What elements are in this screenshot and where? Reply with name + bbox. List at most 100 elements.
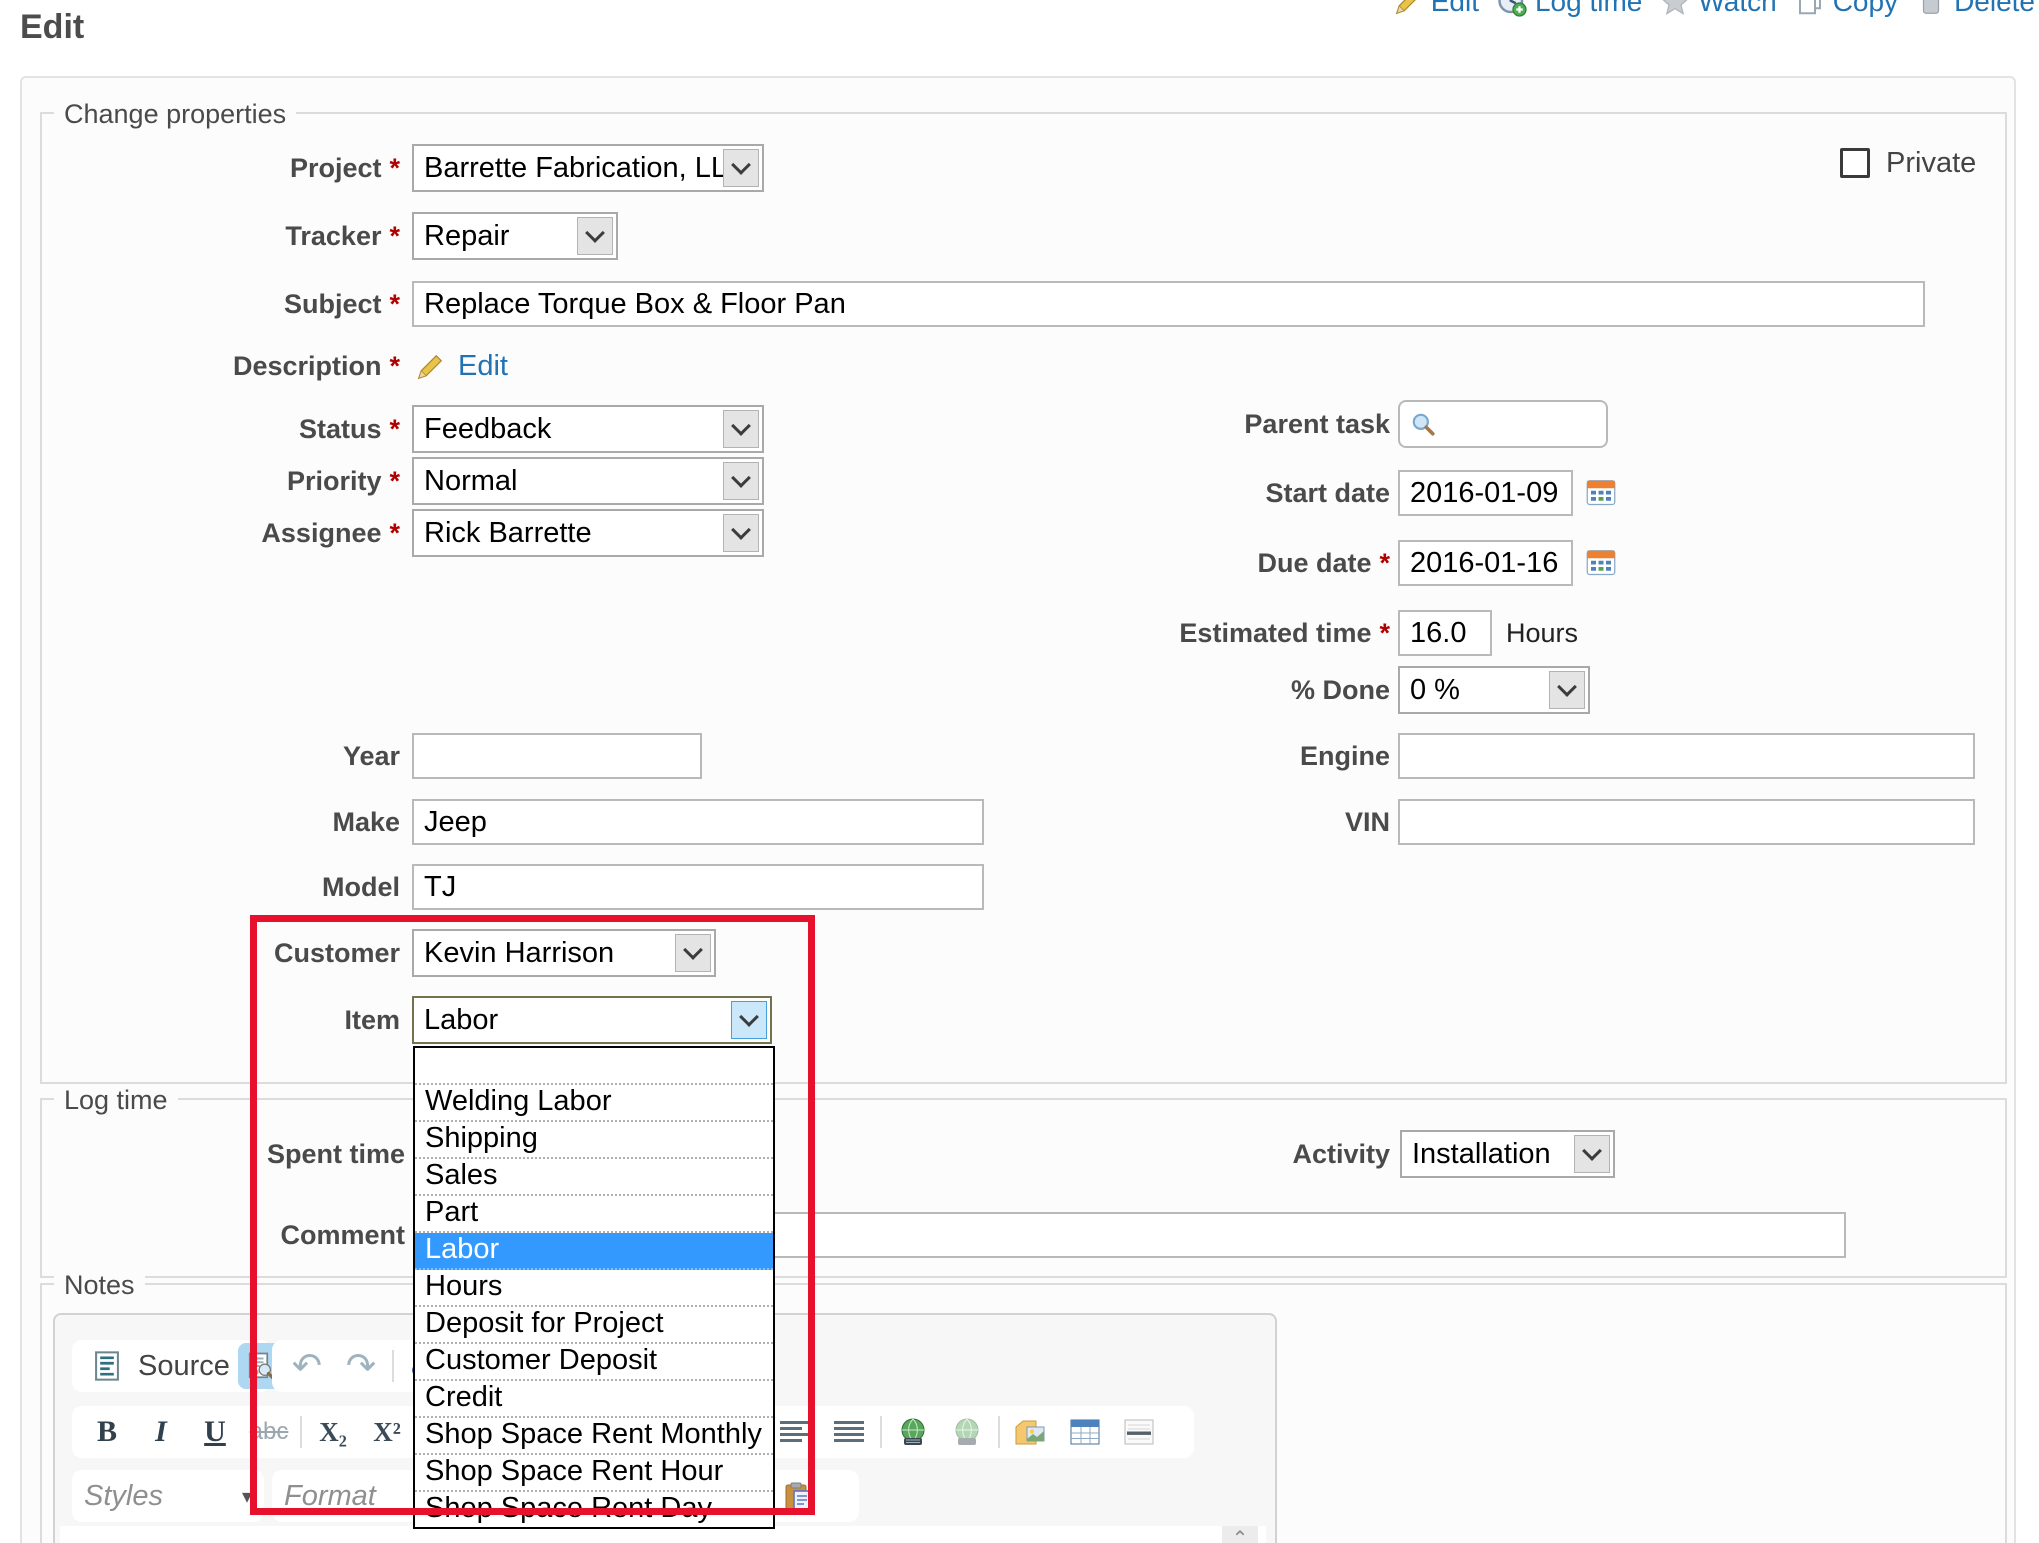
dropdown-option[interactable]: Shop Space Rent Day bbox=[415, 1492, 773, 1527]
dropdown-option[interactable]: Credit bbox=[415, 1381, 773, 1418]
priority-select[interactable]: Normal bbox=[412, 457, 764, 505]
copy-link[interactable]: Copy bbox=[1795, 0, 1898, 18]
status-select[interactable]: Feedback bbox=[412, 405, 764, 453]
estimated-time-input[interactable]: 16.0 bbox=[1398, 610, 1492, 656]
redo-icon[interactable]: ↷ bbox=[338, 1343, 384, 1389]
log-time-link-label: Log time bbox=[1535, 0, 1642, 18]
search-icon bbox=[1410, 411, 1436, 437]
dropdown-option[interactable]: Deposit for Project bbox=[415, 1307, 773, 1344]
dropdown-option[interactable]: Hours bbox=[415, 1270, 773, 1307]
tracker-label: Tracker* bbox=[0, 212, 400, 260]
model-value: TJ bbox=[424, 871, 456, 904]
chevron-down-icon bbox=[723, 514, 759, 552]
year-label: Year bbox=[0, 733, 400, 779]
log-time-legend: Log time bbox=[54, 1085, 178, 1116]
dropdown-option[interactable]: Welding Labor bbox=[415, 1085, 773, 1122]
description-label: Description* bbox=[0, 346, 400, 386]
item-select-dropdown: Welding Labor Shipping Sales Part Labor … bbox=[413, 1046, 775, 1529]
item-label: Item bbox=[0, 996, 400, 1044]
pct-done-select[interactable]: 0 % bbox=[1398, 666, 1590, 714]
activity-value: Installation bbox=[1412, 1138, 1551, 1171]
project-value: Barrette Fabrication, LLC bbox=[424, 152, 748, 185]
priority-label: Priority* bbox=[0, 457, 400, 505]
calendar-icon[interactable] bbox=[1586, 478, 1616, 506]
chevron-down-icon bbox=[723, 410, 759, 448]
bold-icon[interactable]: B bbox=[84, 1409, 130, 1455]
paste-icon[interactable] bbox=[775, 1473, 821, 1519]
image-icon[interactable] bbox=[1008, 1409, 1054, 1455]
calendar-icon[interactable] bbox=[1586, 548, 1616, 576]
start-date-label: Start date bbox=[960, 470, 1390, 516]
pct-done-label: % Done bbox=[960, 666, 1390, 714]
copy-icon bbox=[1795, 0, 1825, 17]
strikethrough-icon[interactable]: abc bbox=[246, 1409, 292, 1455]
dropdown-option-selected[interactable]: Labor bbox=[415, 1233, 773, 1270]
subject-input[interactable]: Replace Torque Box & Floor Pan bbox=[412, 281, 1925, 327]
unlink-icon[interactable] bbox=[944, 1409, 990, 1455]
justify-block-icon[interactable] bbox=[826, 1409, 872, 1455]
delete-link[interactable]: Delete bbox=[1916, 0, 2035, 18]
start-date-input[interactable]: 2016-01-09 bbox=[1398, 470, 1573, 516]
make-input[interactable]: Jeep bbox=[412, 799, 984, 845]
horizontal-rule-icon[interactable] bbox=[1116, 1409, 1162, 1455]
chevron-down-icon bbox=[577, 217, 613, 255]
tracker-select[interactable]: Repair bbox=[412, 212, 618, 260]
chevron-down-icon bbox=[1574, 1135, 1610, 1173]
dropdown-option[interactable]: Shop Space Rent Hour bbox=[415, 1455, 773, 1492]
issue-edit-page: Edit Log time Watch Copy Delete Edit Cha… bbox=[0, 0, 2039, 1543]
year-input[interactable] bbox=[412, 733, 702, 779]
subscript-icon[interactable]: X₂ bbox=[310, 1409, 356, 1455]
chevron-down-icon: ▾ bbox=[242, 1484, 252, 1509]
watch-link[interactable]: Watch bbox=[1660, 0, 1776, 18]
styles-combo[interactable]: Styles ▾ bbox=[72, 1470, 264, 1522]
source-button[interactable]: Source bbox=[138, 1350, 230, 1383]
editor-scrollbar[interactable]: ⌃ bbox=[1222, 1526, 1258, 1543]
subject-label: Subject* bbox=[0, 281, 400, 327]
star-icon bbox=[1660, 0, 1690, 17]
project-select[interactable]: Barrette Fabrication, LLC bbox=[412, 144, 764, 192]
italic-icon[interactable]: I bbox=[138, 1409, 184, 1455]
table-icon[interactable] bbox=[1062, 1409, 1108, 1455]
customer-select[interactable]: Kevin Harrison bbox=[412, 929, 716, 977]
subject-value: Replace Torque Box & Floor Pan bbox=[424, 288, 846, 321]
due-date-input[interactable]: 2016-01-16 bbox=[1398, 540, 1573, 586]
item-select[interactable]: Labor bbox=[412, 996, 772, 1044]
edit-link[interactable]: Edit bbox=[1393, 0, 1479, 18]
model-input[interactable]: TJ bbox=[412, 864, 984, 910]
dropdown-option[interactable]: Shop Space Rent Monthly bbox=[415, 1418, 773, 1455]
chevron-down-icon bbox=[731, 1001, 767, 1039]
activity-select[interactable]: Installation bbox=[1400, 1130, 1615, 1178]
justify-left-icon[interactable] bbox=[772, 1409, 818, 1455]
delete-link-label: Delete bbox=[1954, 0, 2035, 18]
dropdown-option[interactable] bbox=[415, 1048, 773, 1085]
dropdown-option[interactable]: Customer Deposit bbox=[415, 1344, 773, 1381]
editor-toolbar-group-source: Source bbox=[72, 1340, 270, 1392]
private-checkbox[interactable] bbox=[1840, 148, 1870, 178]
dropdown-option[interactable]: Shipping bbox=[415, 1122, 773, 1159]
estimated-time-value: 16.0 bbox=[1410, 617, 1466, 650]
toolbar-separator bbox=[392, 1350, 394, 1382]
styles-combo-label: Styles bbox=[84, 1480, 163, 1513]
dropdown-option[interactable]: Sales bbox=[415, 1159, 773, 1196]
assignee-label: Assignee* bbox=[0, 509, 400, 557]
priority-value: Normal bbox=[424, 465, 517, 498]
engine-input[interactable] bbox=[1398, 733, 1975, 779]
toolbar-separator bbox=[300, 1416, 302, 1448]
copy-link-label: Copy bbox=[1833, 0, 1898, 18]
due-date-value: 2016-01-16 bbox=[1410, 547, 1558, 580]
vin-input[interactable] bbox=[1398, 799, 1975, 845]
pencil-icon bbox=[1393, 0, 1423, 17]
customer-value: Kevin Harrison bbox=[424, 937, 614, 970]
comment-label: Comment bbox=[0, 1212, 405, 1258]
chevron-down-icon bbox=[675, 934, 711, 972]
description-edit-link[interactable]: Edit bbox=[458, 350, 508, 383]
log-time-link[interactable]: Log time bbox=[1497, 0, 1642, 18]
superscript-icon[interactable]: X² bbox=[364, 1409, 410, 1455]
underline-icon[interactable]: U bbox=[192, 1409, 238, 1455]
parent-task-input[interactable] bbox=[1398, 400, 1608, 448]
undo-icon[interactable]: ↶ bbox=[284, 1343, 330, 1389]
assignee-select[interactable]: Rick Barrette bbox=[412, 509, 764, 557]
link-icon[interactable] bbox=[890, 1409, 936, 1455]
project-label: Project* bbox=[0, 144, 400, 192]
dropdown-option[interactable]: Part bbox=[415, 1196, 773, 1233]
